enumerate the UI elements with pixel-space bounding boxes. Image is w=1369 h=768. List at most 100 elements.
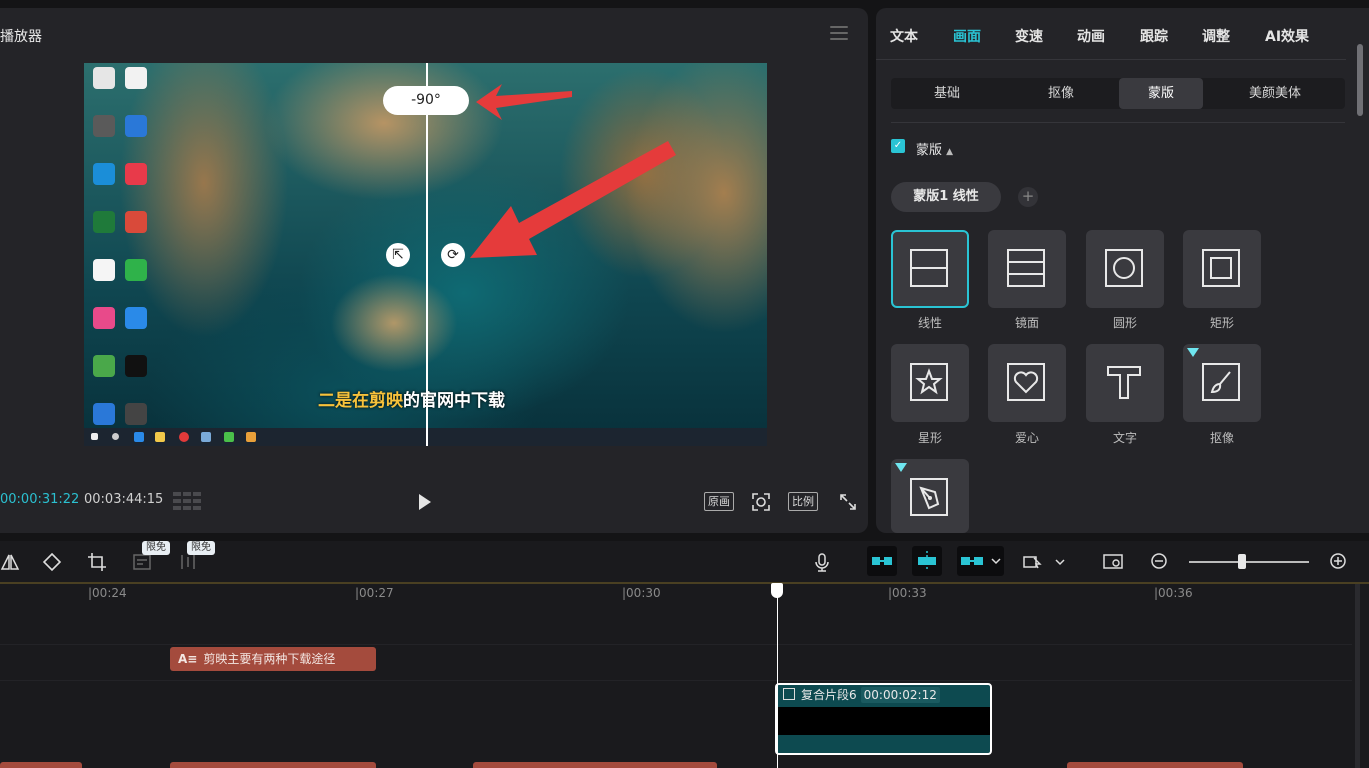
mask-section-label[interactable]: 蒙版 ▲ — [916, 139, 953, 158]
mask-rectangle-button[interactable] — [1183, 230, 1261, 308]
mirror-icon[interactable] — [0, 552, 20, 572]
tab-animation[interactable]: 动画 — [1077, 26, 1105, 46]
free-badge: 限免 — [142, 541, 170, 555]
compound-clip-thumbnail — [777, 707, 990, 735]
mask-cutout-button[interactable] — [1183, 344, 1261, 422]
ruler-tick: |00:33 — [888, 586, 927, 600]
edit-subtitle-icon[interactable] — [132, 552, 152, 572]
track-divider — [0, 644, 1352, 645]
play-icon[interactable] — [419, 494, 431, 510]
linear-mask-icon — [910, 249, 948, 287]
mask-label-cutout: 抠像 — [1209, 431, 1234, 445]
current-timecode: 00:00:31:22 — [0, 492, 80, 507]
ruler-tick: |00:30 — [622, 586, 661, 600]
text-clip[interactable]: A≡ 剪映主要有两种下载途径 — [170, 647, 376, 671]
aspect-ratio-button[interactable]: 比例 — [788, 492, 818, 511]
heart-mask-icon — [1007, 363, 1045, 401]
tab-text[interactable]: 文本 — [890, 26, 918, 46]
rotate-icon[interactable] — [42, 552, 62, 572]
zoom-fit-icon[interactable] — [1102, 552, 1124, 572]
tab-adjust[interactable]: 调整 — [1202, 26, 1230, 46]
ruler-tick: |00:27 — [355, 586, 394, 600]
timeline-scrollbar[interactable] — [1355, 584, 1360, 768]
annotation-arrows — [470, 84, 676, 258]
mask-label-heart: 爱心 — [1014, 431, 1039, 445]
free-badge: 限免 — [187, 541, 215, 555]
subtab-mask[interactable]: 蒙版 — [1119, 78, 1203, 109]
divider — [891, 122, 1345, 123]
mask-label-circle: 圆形 — [1112, 316, 1137, 330]
time-ruler[interactable]: |00:24 |00:27 |00:30 |00:33 |00:36 — [0, 584, 1369, 610]
video-preview[interactable]: 二是在剪映的官网中下载 -90° ⇱ ⟳ — [84, 63, 767, 446]
star-mask-icon — [910, 363, 948, 401]
playhead-line[interactable] — [777, 584, 778, 768]
compound-clip-header: 复合片段6 00:00:02:12 — [777, 685, 940, 705]
mask-circle-button[interactable] — [1086, 230, 1164, 308]
picture-subtabs: 基础 抠像 蒙版 美颜美体 — [891, 78, 1345, 109]
mask-heart-button[interactable] — [988, 344, 1066, 422]
circle-mask-icon — [1105, 249, 1143, 287]
preview-axis-icon[interactable] — [1022, 552, 1066, 572]
track-divider — [0, 680, 1352, 681]
zoom-in-icon[interactable] — [1329, 552, 1349, 572]
mask-label-linear: 线性 — [917, 316, 942, 330]
mask-linear-button[interactable] — [891, 230, 969, 308]
tab-tracking[interactable]: 跟踪 — [1140, 26, 1168, 46]
auto-snap-icon[interactable] — [912, 546, 942, 576]
mask-text-button[interactable] — [1086, 344, 1164, 422]
zoom-out-icon[interactable] — [1150, 552, 1170, 572]
brush-mask-icon — [1202, 363, 1240, 401]
ruler-tick: |00:24 — [88, 586, 127, 600]
properties-panel: 文本 画面 变速 动画 跟踪 调整 AI效果 基础 抠像 蒙版 美颜美体 ✓ 蒙… — [876, 8, 1369, 533]
total-timecode: 00:03:44:15 — [84, 492, 164, 507]
vip-diamond-icon — [1187, 348, 1199, 357]
fullscreen-icon[interactable] — [838, 492, 858, 512]
zoom-slider[interactable] — [1189, 561, 1309, 563]
compound-clip[interactable]: 复合片段6 00:00:02:12 — [775, 683, 992, 755]
linkage-icon[interactable] — [957, 546, 1004, 576]
mask-pen-button[interactable] — [891, 459, 969, 533]
tab-ai-effects[interactable]: AI效果 — [1265, 26, 1309, 46]
property-tabs: 文本 画面 变速 动画 跟踪 调整 AI效果 — [876, 8, 1346, 60]
text-mask-icon — [1107, 366, 1141, 399]
original-quality-button[interactable]: 原画 — [704, 492, 734, 511]
panel-scrollbar[interactable] — [1357, 44, 1363, 116]
playhead-handle[interactable] — [771, 583, 783, 598]
mask-1-pill[interactable]: 蒙版1 线性 — [891, 182, 1001, 212]
fit-screen-icon[interactable] — [751, 492, 771, 512]
audio-clip[interactable] — [1067, 762, 1243, 768]
player-title: 播放器 — [0, 29, 42, 45]
hamburger-icon[interactable] — [830, 26, 848, 40]
text-clip-icon: A≡ — [178, 652, 198, 666]
mask-checkbox[interactable]: ✓ — [891, 139, 905, 153]
zoom-slider-knob[interactable] — [1238, 554, 1246, 569]
timeline-toolbar: 限免 限免 — [0, 541, 1369, 583]
grid-icon[interactable] — [173, 492, 201, 510]
mask-label-star: 星形 — [917, 431, 942, 445]
player-panel: 播放器 二是在剪映的官网中下载 -90° ⇱ ⟳ 00:00:31:22 00:… — [0, 8, 868, 533]
mask-label-mirror: 镜面 — [1014, 316, 1039, 330]
main-track-magnet-icon[interactable] — [867, 546, 897, 576]
vip-diamond-icon — [895, 463, 907, 472]
pen-mask-icon — [910, 478, 948, 516]
crop-icon[interactable] — [87, 552, 107, 572]
tab-speed[interactable]: 变速 — [1015, 26, 1043, 46]
compound-clip-icon — [783, 688, 795, 700]
mask-label-rectangle: 矩形 — [1209, 316, 1234, 330]
subtab-beauty[interactable]: 美颜美体 — [1233, 78, 1317, 109]
subtab-cutout[interactable]: 抠像 — [1019, 78, 1103, 109]
audio-clip[interactable] — [170, 762, 376, 768]
mask-mirror-button[interactable] — [988, 230, 1066, 308]
mask-label-text: 文字 — [1112, 431, 1137, 445]
tab-picture[interactable]: 画面 — [953, 26, 981, 46]
add-mask-icon[interactable]: + — [1018, 187, 1038, 207]
audio-clip[interactable] — [473, 762, 717, 768]
ruler-tick: |00:36 — [1154, 586, 1193, 600]
mask-star-button[interactable] — [891, 344, 969, 422]
rectangle-mask-icon — [1202, 249, 1240, 287]
timeline-tracks: A≡ 剪映主要有两种下载途径 复合片段6 00:00:02:12 — [0, 610, 1369, 768]
microphone-icon[interactable] — [812, 552, 832, 572]
subtab-basic[interactable]: 基础 — [905, 78, 989, 109]
audio-clip[interactable] — [0, 762, 82, 768]
split-audio-icon[interactable] — [178, 552, 198, 572]
